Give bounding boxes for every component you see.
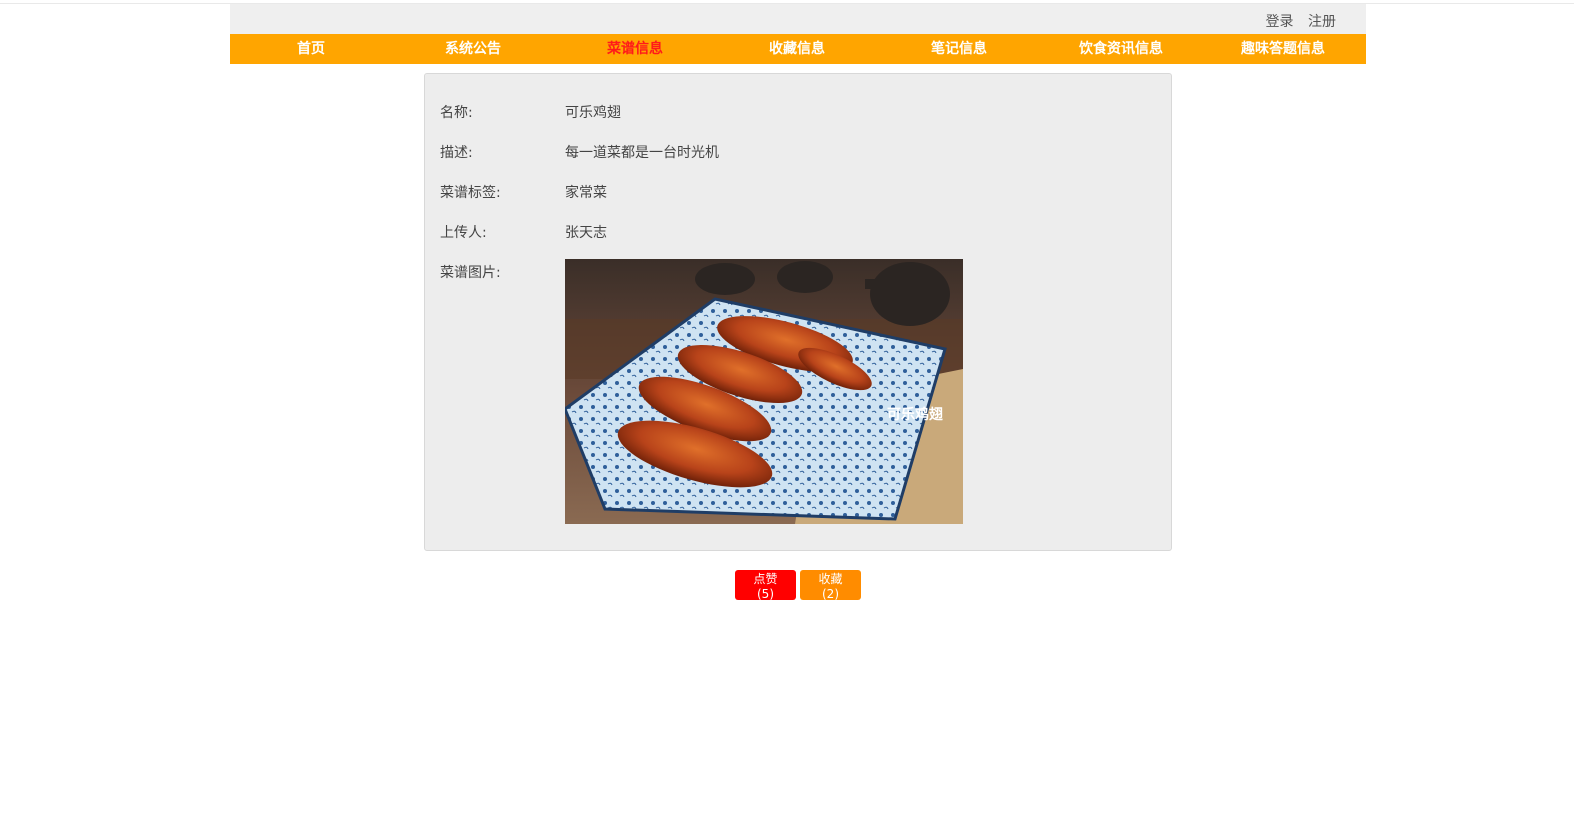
nav-item-home[interactable]: 首页	[230, 34, 392, 64]
nav-item-announcements[interactable]: 系统公告	[392, 34, 554, 64]
favorite-button[interactable]: 收藏(2)	[800, 570, 861, 601]
nav-item-recipes[interactable]: 菜谱信息	[554, 34, 716, 64]
uploader-label: 上传人:	[440, 225, 487, 241]
uploader-value: 张天志	[565, 225, 607, 241]
name-value: 可乐鸡翅	[565, 105, 621, 121]
nav-item-favorites[interactable]: 收藏信息	[716, 34, 878, 64]
desc-value: 每一道菜都是一台时光机	[565, 145, 719, 161]
recipe-photo: 可乐鸡翅	[565, 259, 963, 524]
nav-item-notes[interactable]: 笔记信息	[878, 34, 1040, 64]
nav-item-quiz[interactable]: 趣味答题信息	[1202, 34, 1364, 64]
action-buttons: 点赞(5) 收藏(2)	[735, 570, 861, 601]
login-link[interactable]: 登录	[1266, 14, 1294, 30]
tag-value: 家常菜	[565, 185, 607, 201]
recipe-detail-panel: 名称: 可乐鸡翅 描述: 每一道菜都是一台时光机 菜谱标签: 家常菜 上传人: …	[424, 73, 1172, 551]
auth-links: 登录 注册	[1256, 11, 1336, 31]
desc-label: 描述:	[440, 145, 473, 161]
name-label: 名称:	[440, 105, 473, 121]
main-nav: 首页 系统公告 菜谱信息 收藏信息 笔记信息 饮食资讯信息 趣味答题信息	[230, 34, 1366, 64]
image-label: 菜谱图片:	[440, 265, 501, 281]
photo-watermark: 可乐鸡翅	[887, 406, 943, 423]
like-button[interactable]: 点赞(5)	[735, 570, 796, 601]
nav-item-diet-news[interactable]: 饮食资讯信息	[1040, 34, 1202, 64]
top-bar: 登录 注册	[230, 4, 1366, 34]
tag-label: 菜谱标签:	[440, 185, 501, 201]
register-link[interactable]: 注册	[1308, 14, 1336, 30]
